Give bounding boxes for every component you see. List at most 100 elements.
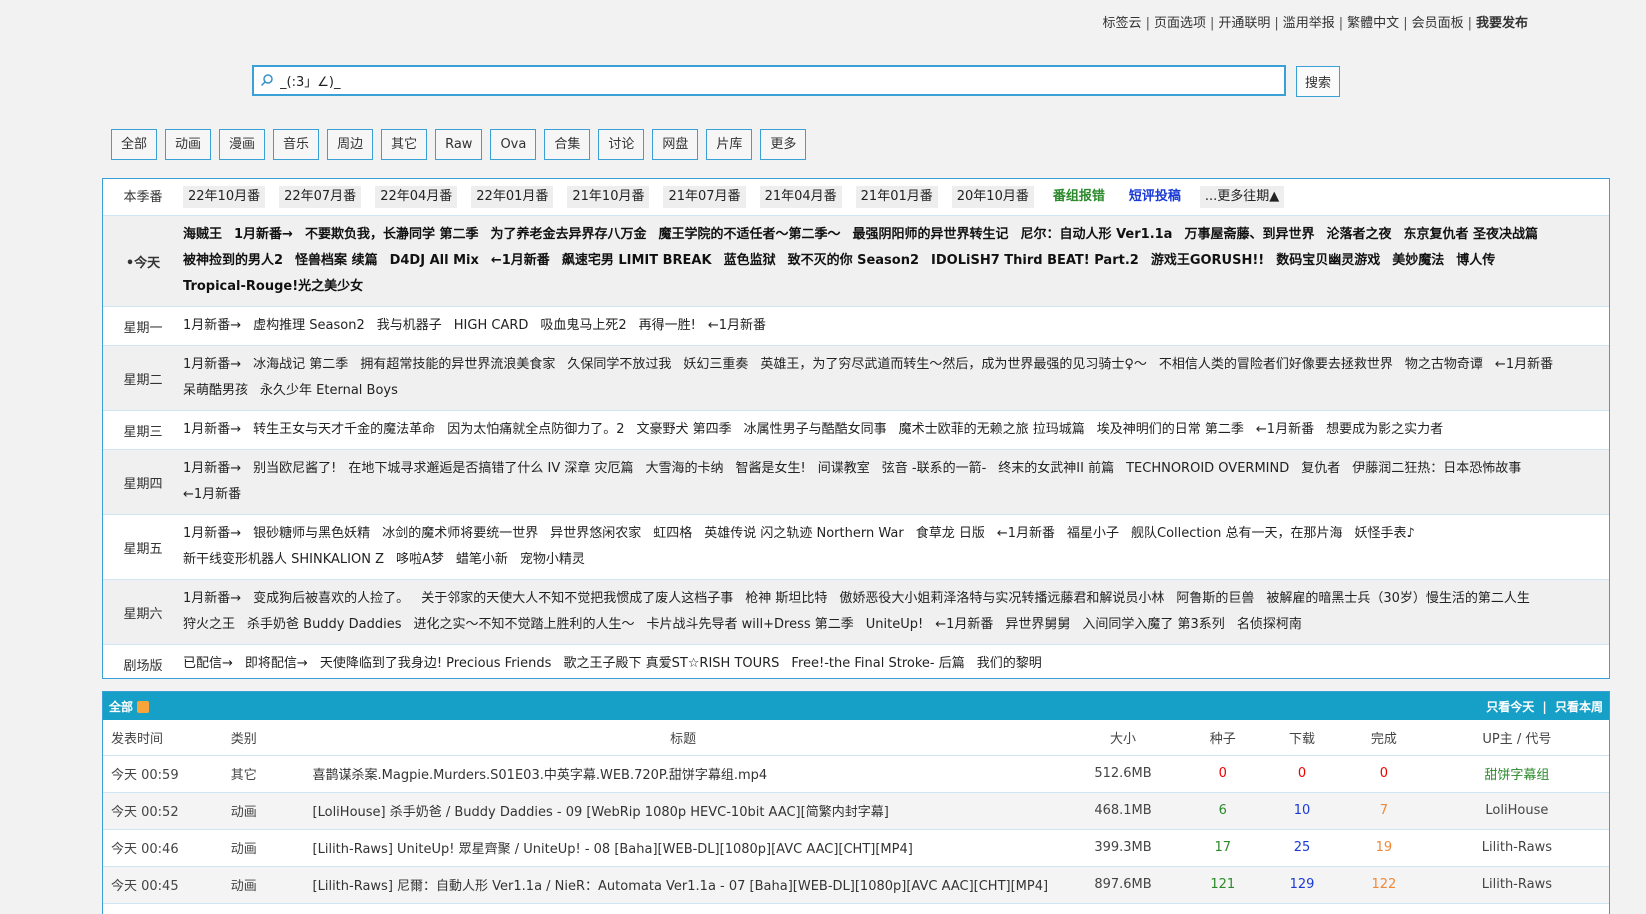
season-link[interactable]: 22年07月番	[279, 186, 362, 208]
bangumi-link[interactable]: 东京复仇者 圣夜决战篇	[1403, 227, 1538, 242]
bangumi-link[interactable]: 歌之王子殿下 真爱ST☆RISH TOURS	[563, 656, 779, 671]
bangumi-link[interactable]: 枪神 斯坦比特	[745, 591, 827, 606]
bangumi-link[interactable]: 宠物小精灵	[520, 552, 585, 567]
uploader-link[interactable]: LoliHouse	[1424, 792, 1609, 830]
day-label[interactable]: 星期三	[103, 421, 183, 440]
bangumi-link[interactable]: 转生王女与天才千金的魔法革命	[253, 422, 435, 437]
bangumi-link[interactable]: ←1月新番	[1495, 357, 1553, 372]
torrent-title-link[interactable]: [Lilith-Raws] 尼爾：自動人形 Ver1.1a / NieR：Aut…	[304, 866, 1062, 904]
bangumi-link[interactable]: 蜡笔小新	[456, 552, 508, 567]
category-link[interactable]: 动画	[222, 866, 305, 904]
bangumi-link[interactable]: ←1月新番	[708, 318, 766, 333]
bangumi-link[interactable]: 银砂糖师与黑色妖精	[253, 526, 370, 541]
bangumi-link[interactable]: 想要成为影之实力者	[1326, 422, 1443, 437]
day-label[interactable]: 星期四	[103, 473, 183, 492]
seasons-label[interactable]: 本季番	[103, 179, 183, 216]
category-link[interactable]: 其它	[222, 755, 305, 793]
bangumi-link[interactable]: 为了养老金去异界存八万金	[491, 227, 647, 242]
bangumi-link[interactable]: 海贼王	[183, 227, 222, 242]
bangumi-link[interactable]: 复仇者	[1301, 461, 1340, 476]
bangumi-link[interactable]: Free!-the Final Stroke- 后篇	[791, 656, 964, 671]
category-link[interactable]: 动画	[222, 792, 305, 830]
category-button[interactable]: 动画	[165, 129, 212, 160]
bangumi-link[interactable]: 虹四格	[653, 526, 692, 541]
bangumi-link[interactable]: 1月新番→	[183, 591, 241, 606]
bangumi-link[interactable]: UniteUp!	[866, 617, 923, 632]
bangumi-link[interactable]: 物之古物奇谭	[1405, 357, 1483, 372]
bangumi-link[interactable]: 大雪海的卡纳	[646, 461, 724, 476]
bangumi-link[interactable]: 舰队Collection 总有一天，在那片海	[1131, 526, 1342, 541]
day-label[interactable]: 星期一	[103, 317, 183, 336]
bangumi-link[interactable]: 1月新番→	[183, 461, 241, 476]
topnav-link[interactable]: 会员面板	[1412, 16, 1464, 31]
bangumi-link[interactable]: 傲娇恶役大小姐莉泽洛特与实况转播远藤君和解说员小林	[839, 591, 1164, 606]
bangumi-link[interactable]: 魔术士欧菲的无赖之旅 拉玛城篇	[899, 422, 1085, 437]
bangumi-link[interactable]: 再得一胜!	[639, 318, 696, 333]
bangumi-link[interactable]: 魔王学院的不适任者～第二季～	[659, 227, 841, 242]
column-header[interactable]: 种子	[1184, 720, 1262, 756]
topnav-link[interactable]: 繁體中文	[1347, 16, 1399, 31]
bangumi-link[interactable]: 最强阴阳师的异世界转生记	[853, 227, 1009, 242]
bangumi-link[interactable]: 游戏王GORUSH!!	[1151, 253, 1264, 268]
bangumi-link[interactable]: HIGH CARD	[454, 318, 529, 333]
season-link[interactable]: 20年10月番	[951, 186, 1034, 208]
bangumi-link[interactable]: 怪兽档案 续篇	[295, 253, 378, 268]
uploader-link[interactable]: Lilith-Raws	[1424, 829, 1609, 867]
bangumi-link[interactable]: 博人传	[1456, 253, 1495, 268]
category-button[interactable]: 其它	[381, 129, 428, 160]
category-button[interactable]: 讨论	[598, 129, 645, 160]
season-link[interactable]: 21年01月番	[855, 186, 938, 208]
bangumi-link[interactable]: 狩火之王	[183, 617, 235, 632]
bangumi-link[interactable]: ←1月新番	[183, 487, 241, 502]
bangumi-link[interactable]: 1月新番→	[183, 318, 241, 333]
season-link[interactable]: 22年01月番	[471, 186, 554, 208]
category-button[interactable]: 全部	[111, 129, 158, 160]
bangumi-link[interactable]: 1月新番→	[234, 227, 293, 242]
category-button[interactable]: 音乐	[273, 129, 320, 160]
bangumi-link[interactable]: 我们的黎明	[977, 656, 1042, 671]
bangumi-link[interactable]: 异世界悠闲农家	[550, 526, 641, 541]
bangumi-link[interactable]: 关于邻家的天使大人不知不觉把我惯成了废人这档子事	[421, 591, 733, 606]
column-header[interactable]: 类别	[222, 720, 305, 756]
category-button[interactable]: 更多	[760, 129, 807, 160]
bangumi-link[interactable]: ←1月新番	[935, 617, 993, 632]
bangumi-link[interactable]: 文豪野犬 第四季	[636, 422, 731, 437]
season-link[interactable]: 22年04月番	[375, 186, 458, 208]
category-button[interactable]: 片库	[706, 129, 753, 160]
day-label[interactable]: 星期二	[103, 369, 183, 388]
bangumi-link[interactable]: 1月新番→	[183, 357, 241, 372]
category-button[interactable]: 漫画	[219, 129, 266, 160]
bangumi-link[interactable]: 伊藤润二狂热：日本恐怖故事	[1352, 461, 1521, 476]
bangumi-link[interactable]: 弦音 -联系的一箭-	[882, 461, 987, 476]
bangumi-link[interactable]: 名侦探柯南	[1237, 617, 1302, 632]
bangumi-link[interactable]: 1月新番→	[183, 422, 241, 437]
day-label[interactable]: •今天	[103, 252, 183, 271]
bangumi-link[interactable]: 不要欺负我，长瀞同学 第二季	[305, 227, 479, 242]
bangumi-link[interactable]: 进化之实～不知不觉踏上胜利的人生～	[414, 617, 635, 632]
bangumi-link[interactable]: 冰属性男子与酷酷女同事	[744, 422, 887, 437]
bangumi-link[interactable]: 永久少年 Eternal Boys	[260, 383, 398, 398]
bangumi-link[interactable]: 拥有超常技能的异世界流浪美食家	[360, 357, 555, 372]
only-today-link[interactable]: 只看今天	[1486, 700, 1534, 714]
column-header[interactable]: 完成	[1342, 720, 1425, 756]
uploader-link[interactable]: 甜饼字幕组	[1424, 755, 1609, 793]
bangumi-link[interactable]: 尼尔：自动人形 Ver1.1a	[1021, 227, 1173, 242]
bangumi-link[interactable]: 异世界舅舅	[1005, 617, 1070, 632]
bangumi-link[interactable]: 久保同学不放过我	[567, 357, 671, 372]
bangumi-link[interactable]: 哆啦A梦	[396, 552, 444, 567]
category-button[interactable]: 周边	[327, 129, 374, 160]
bangumi-link[interactable]: 别当欧尼酱了!	[253, 461, 336, 476]
torrent-title-link[interactable]: [LoliHouse] 杀手奶爸 / Buddy Daddies - 09 [W…	[304, 792, 1062, 830]
season-link[interactable]: 21年07月番	[663, 186, 746, 208]
day-label[interactable]: 星期六	[103, 603, 183, 622]
bangumi-link[interactable]: 间谍教室	[818, 461, 870, 476]
bangumi-link[interactable]: 飙速宅男 LIMIT BREAK	[562, 253, 712, 268]
bangumi-link[interactable]: 英雄王，为了穷尽武道而转生～然后，成为世界最强的见习骑士♀～	[760, 357, 1147, 372]
bangumi-link[interactable]: 虚构推理 Season2	[253, 318, 365, 333]
report-error-link[interactable]: 番组报错	[1048, 186, 1110, 208]
day-label[interactable]: 剧场版	[103, 655, 183, 674]
topnav-link[interactable]: 页面选项	[1154, 16, 1206, 31]
bangumi-link[interactable]: D4DJ All Mix	[390, 253, 479, 268]
review-submit-link[interactable]: 短评投稿	[1124, 186, 1186, 208]
bangumi-link[interactable]: 妖幻三重奏	[683, 357, 748, 372]
